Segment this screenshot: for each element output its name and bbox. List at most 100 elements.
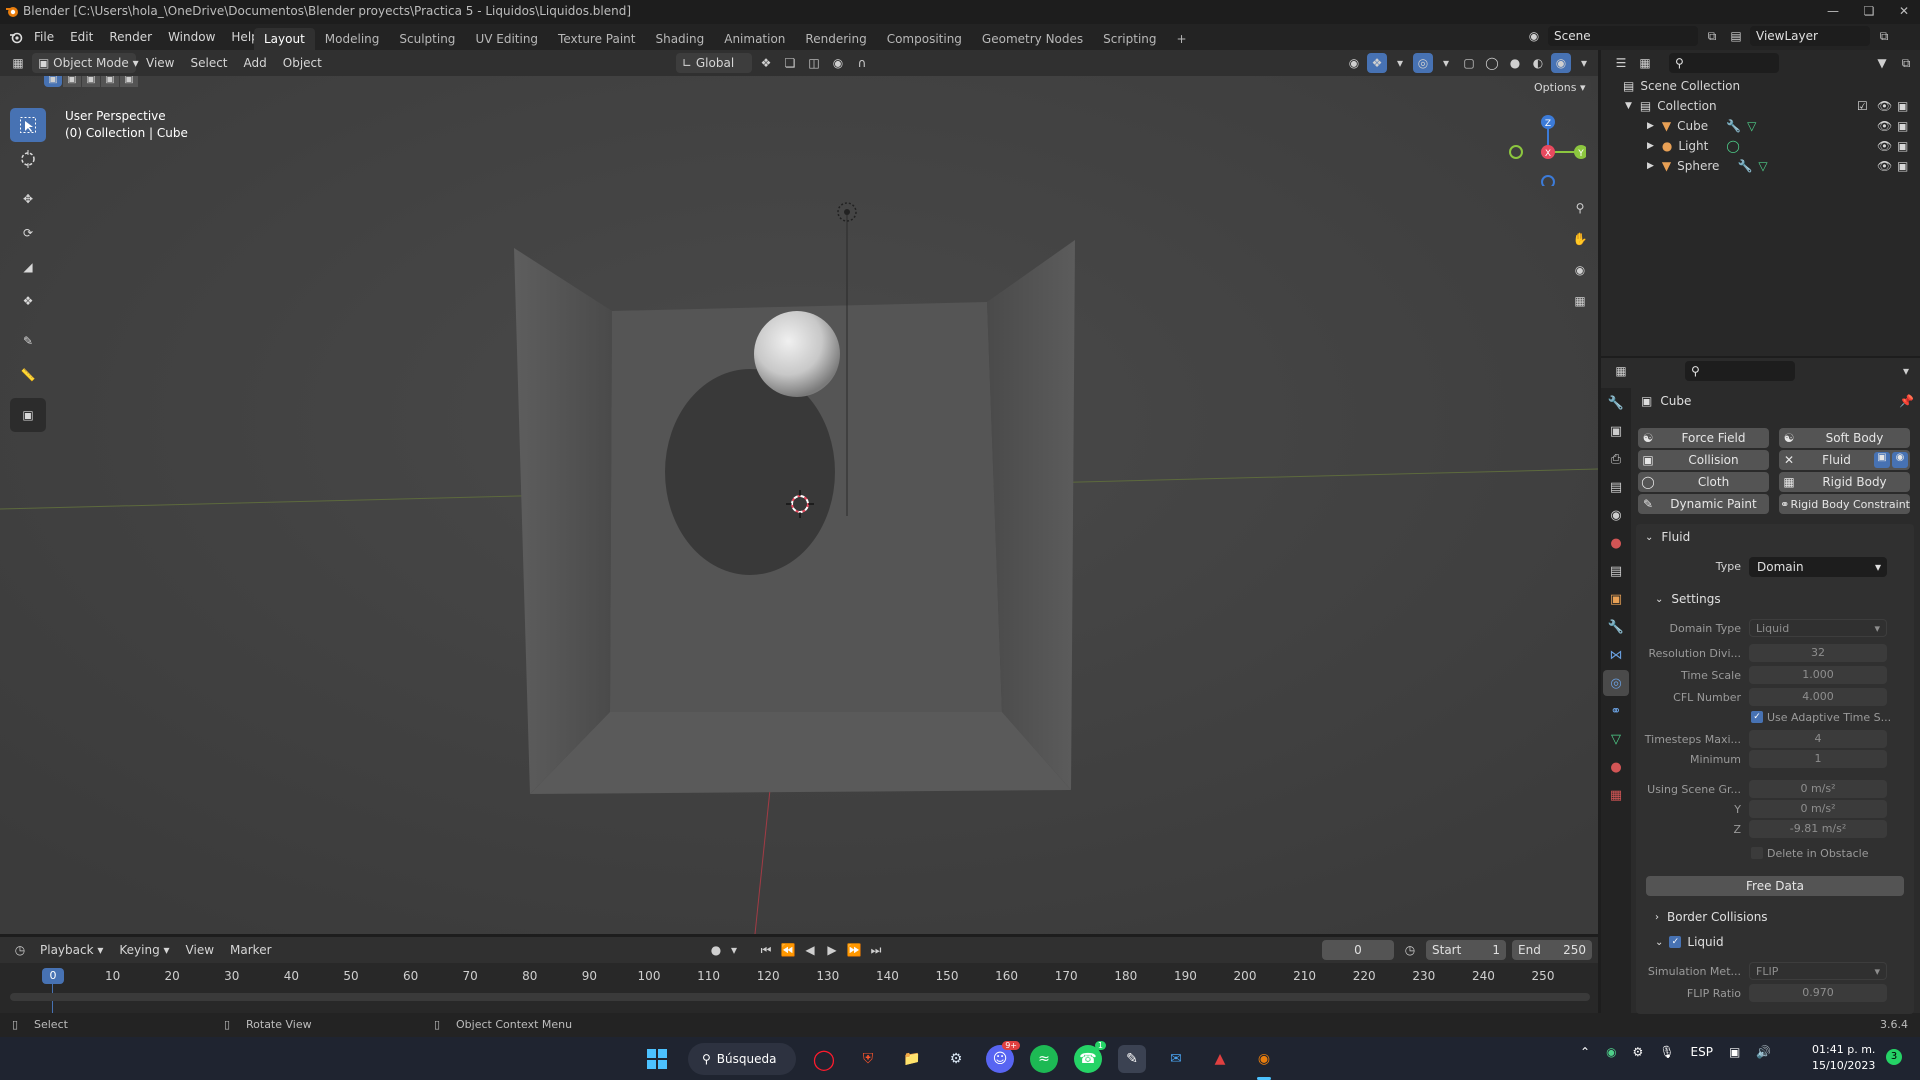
menu-render[interactable]: Render bbox=[101, 26, 160, 48]
pivot-icon[interactable]: ❖ bbox=[756, 53, 776, 73]
collision-button[interactable]: ▣ Collision bbox=[1638, 450, 1769, 470]
select-invert-icon[interactable]: ▣ bbox=[101, 76, 119, 87]
scene-field[interactable]: Scene bbox=[1548, 26, 1698, 46]
expand-arrow-icon[interactable]: ▶ bbox=[1647, 161, 1654, 171]
tab-geometry-nodes[interactable]: Geometry Nodes bbox=[972, 28, 1093, 50]
jump-start-icon[interactable]: ⏮ bbox=[756, 940, 776, 960]
select-box-icon[interactable] bbox=[10, 108, 46, 142]
object-mode-dropdown[interactable]: ▣ Object Mode ▾ bbox=[32, 53, 139, 73]
tab-layout[interactable]: Layout bbox=[254, 28, 315, 50]
proportional-edit-icon[interactable]: ◉ bbox=[828, 53, 848, 73]
xray-icon[interactable]: ▢ bbox=[1459, 53, 1479, 73]
fluid-panel-header[interactable]: ⌄ Fluid bbox=[1645, 530, 1690, 544]
new-collection-icon[interactable]: ⧉ bbox=[1896, 53, 1916, 73]
world-tab-icon[interactable]: ● bbox=[1603, 530, 1629, 556]
domain-type-dropdown[interactable]: Liquid ▾ bbox=[1749, 619, 1887, 637]
notification-badge[interactable]: 3 bbox=[1886, 1049, 1902, 1065]
rotate-icon[interactable]: ⟳ bbox=[10, 216, 46, 250]
properties-editor-type-icon[interactable]: ▦ bbox=[1611, 361, 1631, 381]
whatsapp-icon[interactable]: ☎ 1 bbox=[1074, 1041, 1106, 1073]
brave-icon[interactable]: ⛨ bbox=[854, 1045, 882, 1073]
play-icon[interactable]: ▶ bbox=[822, 940, 842, 960]
outliner-search-input[interactable]: ⚲ bbox=[1669, 53, 1779, 73]
expand-arrow-icon[interactable]: ▶ bbox=[1647, 121, 1654, 131]
filter-icon[interactable]: ▼ bbox=[1872, 53, 1892, 73]
menu-timeline-view[interactable]: View bbox=[180, 940, 220, 960]
notepad-icon[interactable]: ✎ bbox=[1118, 1045, 1146, 1073]
gravity-y-field[interactable]: 0 m/s² bbox=[1749, 800, 1887, 818]
menu-marker[interactable]: Marker bbox=[224, 940, 277, 960]
camera-icon[interactable]: ▣ bbox=[1897, 119, 1908, 133]
3d-viewport[interactable]: User Perspective (0) Collection | Cube ▣… bbox=[0, 76, 1598, 934]
tab-uv-editing[interactable]: UV Editing bbox=[465, 28, 548, 50]
record-icon[interactable]: ● bbox=[706, 940, 726, 960]
menu-playback[interactable]: Playback ▾ bbox=[34, 940, 109, 960]
menu-object[interactable]: Object bbox=[277, 53, 328, 73]
liquid-subpanel-header[interactable]: ⌄ ✓ Liquid bbox=[1655, 935, 1724, 949]
collapse-arrow-icon[interactable]: ▼ bbox=[1625, 101, 1632, 111]
constraints-tab-icon[interactable]: ⚭ bbox=[1603, 698, 1629, 724]
eye-icon[interactable]: 👁 bbox=[1877, 159, 1892, 173]
wireframe-shading-icon[interactable]: ◯ bbox=[1482, 53, 1502, 73]
render-tab-icon[interactable]: ▣ bbox=[1603, 418, 1629, 444]
steam-icon[interactable]: ⚙ bbox=[942, 1045, 970, 1073]
select-extend-icon[interactable]: ▣ bbox=[63, 76, 81, 87]
select-subtract-icon[interactable]: ▣ bbox=[82, 76, 100, 87]
snap-target-icon[interactable]: ◫ bbox=[804, 53, 824, 73]
perspective-toggle-icon[interactable]: ▦ bbox=[1566, 287, 1594, 315]
expand-arrow-icon[interactable]: ▶ bbox=[1647, 141, 1654, 151]
start-frame-field[interactable]: Start 1 bbox=[1426, 940, 1506, 960]
scene-icon[interactable]: ◉ bbox=[1524, 26, 1544, 46]
tray-app-icon[interactable]: ◉ bbox=[1606, 1045, 1616, 1059]
discord-icon[interactable]: ☺ 9+ bbox=[986, 1041, 1020, 1073]
new-scene-icon[interactable]: ⧉ bbox=[1702, 26, 1722, 46]
volume-icon[interactable]: 🔊 bbox=[1756, 1045, 1771, 1059]
menu-file[interactable]: File bbox=[26, 26, 62, 48]
eye-icon[interactable]: 👁 bbox=[1877, 99, 1892, 113]
outliner-row-light[interactable]: ▶ ● Light ◯ 👁 ▣ bbox=[1601, 136, 1920, 156]
texture-tab-icon[interactable]: ▦ bbox=[1603, 782, 1629, 808]
zoom-icon[interactable]: ⚲ bbox=[1566, 194, 1594, 222]
resolution-field[interactable]: 32 bbox=[1749, 644, 1887, 662]
playhead[interactable]: 0 bbox=[42, 968, 64, 984]
add-cube-icon[interactable]: ▣ bbox=[10, 398, 46, 432]
border-collisions-header[interactable]: › Border Collisions bbox=[1655, 910, 1768, 924]
dynamic-paint-button[interactable]: ✎ Dynamic Paint bbox=[1638, 494, 1769, 514]
timeline-area[interactable]: 0 10 20 30 40 50 60 70 80 90 100 110 120 130 140 150 160… bbox=[0, 963, 1598, 1013]
exclude-checkbox[interactable]: ☑ bbox=[1857, 99, 1868, 113]
cursor-icon[interactable] bbox=[10, 142, 46, 176]
view-layer-tab-icon[interactable]: ▤ bbox=[1603, 474, 1629, 500]
select-intersect-icon[interactable]: ▣ bbox=[120, 76, 138, 87]
mail-icon[interactable]: ✉ bbox=[1162, 1045, 1190, 1073]
camera-view-icon[interactable]: ◉ bbox=[1566, 256, 1594, 284]
data-tab-icon[interactable]: ▽ bbox=[1603, 726, 1629, 752]
gizmo-toggle-icon[interactable]: ❖ bbox=[1367, 53, 1387, 73]
tab-modeling[interactable]: Modeling bbox=[315, 28, 390, 50]
editor-type-icon[interactable]: ▦ bbox=[8, 53, 28, 73]
cfl-field[interactable]: 4.000 bbox=[1749, 688, 1887, 706]
visibility-icon[interactable]: ◉ bbox=[1344, 53, 1364, 73]
camera-icon[interactable]: ▣ bbox=[1897, 139, 1908, 153]
opera-icon[interactable]: ◯ bbox=[810, 1045, 838, 1073]
sim-method-dropdown[interactable]: FLIP ▾ bbox=[1749, 962, 1887, 980]
overlay-menu-icon[interactable]: ▾ bbox=[1436, 53, 1456, 73]
timesteps-max-field[interactable]: 4 bbox=[1749, 730, 1887, 748]
liquid-checkbox[interactable]: ✓ bbox=[1669, 936, 1682, 948]
move-icon[interactable]: ✥ bbox=[10, 182, 46, 216]
transform-orientation-dropdown[interactable]: ∟ Global bbox=[676, 53, 752, 73]
soft-body-button[interactable]: ☯ Soft Body bbox=[1779, 428, 1910, 448]
physics-tab-icon[interactable]: ◎ bbox=[1603, 670, 1629, 696]
measure-icon[interactable]: 📏 bbox=[10, 358, 46, 392]
clock[interactable]: 01:41 p. m. 15/10/2023 bbox=[1812, 1042, 1875, 1074]
overlay-toggle-icon[interactable]: ◎ bbox=[1413, 53, 1433, 73]
rigid-body-constraint-button[interactable]: ⚭ Rigid Body Constraint bbox=[1779, 494, 1910, 514]
modifier-tab-icon[interactable]: 🔧 bbox=[1603, 614, 1629, 640]
app-icon[interactable]: ▲ bbox=[1206, 1045, 1234, 1073]
eye-icon[interactable]: 👁 bbox=[1877, 119, 1892, 133]
current-frame-field[interactable]: 0 bbox=[1322, 940, 1394, 960]
menu-view[interactable]: View bbox=[140, 53, 180, 73]
adaptive-time-checkbox[interactable]: ✓ bbox=[1751, 711, 1763, 723]
scene-tab-icon[interactable]: ◉ bbox=[1603, 502, 1629, 528]
tab-rendering[interactable]: Rendering bbox=[795, 28, 876, 50]
cloth-button[interactable]: ◯ Cloth bbox=[1638, 472, 1769, 492]
